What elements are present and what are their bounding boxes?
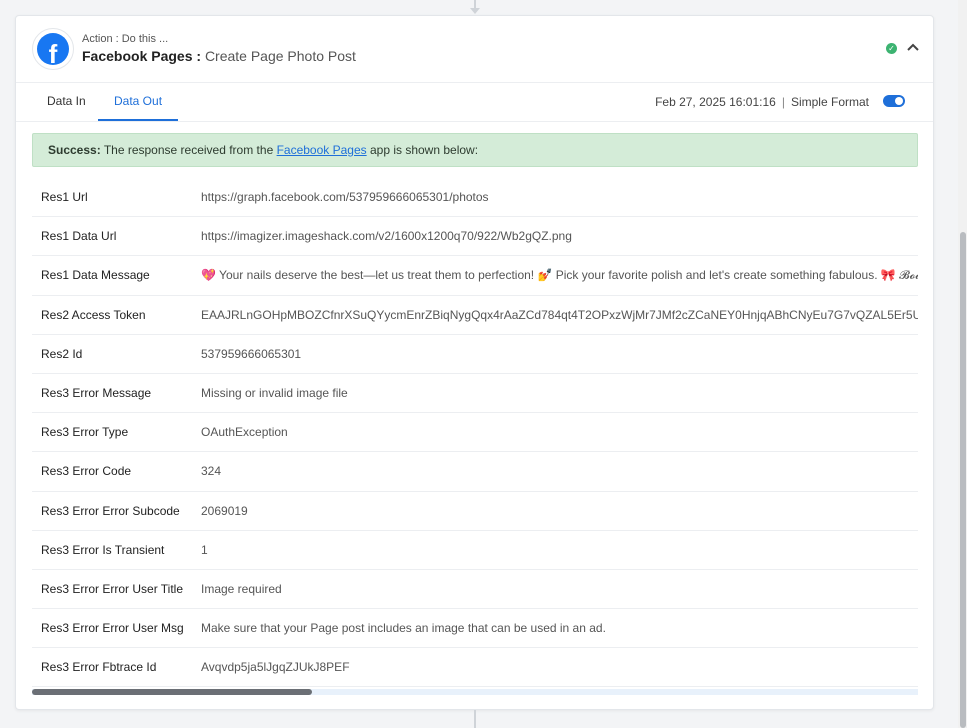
row-value: 💖 Your nails deserve the best—let us tre… [201, 267, 918, 282]
horizontal-scrollbar-thumb[interactable] [32, 689, 312, 695]
table-row: Res3 Error Code 324 [32, 452, 918, 492]
row-value: EAAJRLnGOHpMBOZCfnrXSuQYycmEnrZBiqNygQqx… [201, 307, 918, 322]
success-text-before: The response received from the [100, 143, 277, 157]
row-key: Res1 Data Url [41, 229, 117, 244]
row-key: Res2 Id [41, 346, 83, 361]
app-name: Facebook Pages : [82, 48, 202, 64]
table-row: Res3 Error Error User Msg Make sure that … [32, 609, 918, 649]
row-key: Res3 Error Fbtrace Id [41, 660, 157, 675]
row-value: OAuthException [201, 425, 288, 440]
response-meta: Feb 27, 2025 16:01:16 | Simple Format [655, 95, 869, 109]
table-row: Res3 Error Is Transient 1 [32, 531, 918, 570]
table-row: Res3 Error Fbtrace Id Avqvdp5ja5lJgqZJUkJ… [32, 648, 918, 688]
row-key: Res3 Error Code [41, 464, 132, 479]
row-key: Res3 Error Error Subcode [41, 503, 180, 518]
table-row: Res3 Error Type OAuthException [32, 413, 918, 453]
response-timestamp: Feb 27, 2025 16:01:16 [655, 95, 776, 109]
response-table: Res1 Url https://graph.facebook.com/53795… [32, 178, 918, 688]
card-header[interactable]: f Action : Do this ... Facebook Pages : … [16, 16, 933, 83]
arrow-down-icon [470, 8, 480, 14]
table-row: Res2 Access Token EAAJRLnGOHpMBOZCfnrXSuQ… [32, 296, 918, 335]
check-circle-icon: ✓ [886, 43, 897, 54]
table-row: Res1 Data Url https://imagizer.imageshack… [32, 217, 918, 257]
row-value: https://imagizer.imageshack.com/v2/1600x… [201, 229, 572, 244]
row-key: Res1 Data Message [41, 268, 150, 283]
row-key: Res3 Error Error User Title [41, 581, 184, 596]
row-key: Res3 Error Error User Msg [41, 621, 184, 636]
chevron-up-icon [907, 43, 919, 51]
success-text-after: app is shown below: [366, 143, 479, 157]
row-value: https://graph.facebook.com/5379596660653… [201, 190, 489, 205]
row-value: Make sure that your Page post includes a… [201, 621, 606, 636]
row-value: Missing or invalid image file [201, 386, 348, 401]
app-logo: f [32, 28, 74, 70]
row-key: Res3 Error Is Transient [41, 542, 165, 557]
row-value: 1 [201, 542, 208, 557]
row-value: 2069019 [201, 503, 248, 518]
success-label: Success: [48, 143, 101, 157]
event-name: Create Page Photo Post [204, 48, 356, 64]
page-scrollbar-thumb[interactable] [960, 232, 966, 728]
row-key: Res3 Error Type [41, 425, 129, 440]
action-title: Facebook Pages : Create Page Photo Post [82, 48, 356, 64]
table-row: Res1 Data Message 💖 Your nails deserve th… [32, 256, 918, 296]
table-row: Res3 Error Error User Title Image require… [32, 570, 918, 610]
table-row: Res2 Id 537959666065301 [32, 335, 918, 374]
success-banner: Success: The response received from the … [32, 133, 918, 167]
meta-separator: | [781, 95, 785, 109]
collapse-button[interactable] [904, 38, 922, 56]
tab-bar: Data In Data Out Feb 27, 2025 16:01:16 | S… [16, 84, 933, 122]
tab-data-in[interactable]: Data In [31, 84, 102, 121]
tab-data-out[interactable]: Data Out [98, 84, 179, 121]
facebook-logo-icon: f [37, 33, 69, 65]
table-row: Res1 Url https://graph.facebook.com/53795… [32, 178, 918, 218]
table-row: Res3 Error Error Subcode 2069019 [32, 492, 918, 531]
row-key: Res1 Url [41, 190, 88, 205]
row-key: Res2 Access Token [41, 307, 146, 322]
table-row: Res3 Error Message Missing or invalid ima… [32, 374, 918, 414]
flow-connector-bottom [474, 710, 476, 728]
row-value: 324 [201, 464, 222, 479]
row-value: Avqvdp5ja5lJgqZJUkJ8PEF [201, 660, 350, 675]
simple-format-toggle[interactable] [883, 95, 905, 107]
facebook-pages-link[interactable]: Facebook Pages [277, 143, 367, 157]
row-value: Image required [201, 581, 282, 596]
simple-format-label: Simple Format [790, 95, 869, 109]
action-step-card: f Action : Do this ... Facebook Pages : … [15, 15, 934, 710]
action-label: Action : Do this ... [82, 33, 169, 45]
row-value: 537959666065301 [201, 346, 302, 361]
row-key: Res3 Error Message [41, 386, 152, 401]
horizontal-scrollbar[interactable] [32, 689, 918, 695]
